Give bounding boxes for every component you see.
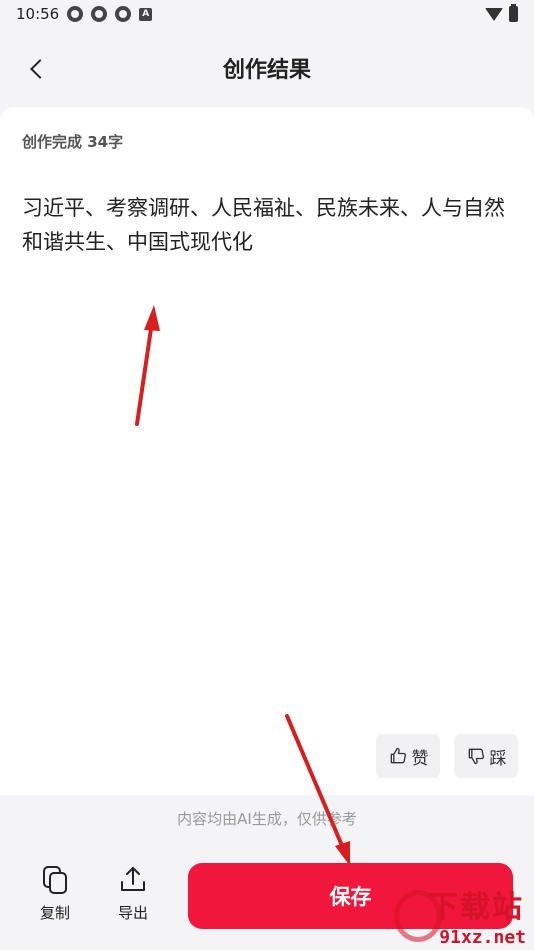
wifi-icon [485,7,503,21]
status-time: 10:56 [16,5,60,23]
pinwheel-icon [91,6,108,22]
chevron-left-icon [30,59,50,79]
like-button[interactable]: 赞 [376,734,440,778]
feedback-group: 赞 踩 [376,734,518,778]
export-label: 导出 [117,904,148,922]
page-title: 创作结果 [222,58,311,83]
back-button[interactable] [22,54,52,84]
like-label: 赞 [411,748,429,769]
generated-content[interactable]: 习近平、考察调研、人民福祉、民族未来、人与自然和谐共生、中国式现代化 [22,191,514,259]
bottom-action-bar: 复制 导出 保存 [0,850,534,950]
ai-disclaimer: 内容均由AI生成，仅供参考 [177,810,357,828]
pinwheel-icon [115,6,132,22]
pinwheel-icon [67,6,84,22]
status-bar: 10:56 A [0,0,534,28]
nav-header: 创作结果 [0,40,534,96]
copy-button[interactable]: 复制 [30,864,80,923]
dislike-label: 踩 [489,748,507,769]
a-badge-icon: A [139,7,153,21]
save-button[interactable]: 保存 [188,863,513,929]
copy-label: 复制 [39,904,70,922]
dislike-button[interactable]: 踩 [454,734,518,778]
export-icon [121,867,145,891]
thumbs-down-icon [468,748,484,765]
copy-icon [43,866,67,894]
export-button[interactable]: 导出 [108,864,158,923]
result-card: 创作完成 34字 习近平、考察调研、人民福祉、民族未来、人与自然和谐共生、中国式… [0,107,534,795]
thumbs-up-icon [390,747,406,764]
completion-status: 创作完成 34字 [22,133,124,151]
battery-icon [509,4,518,22]
